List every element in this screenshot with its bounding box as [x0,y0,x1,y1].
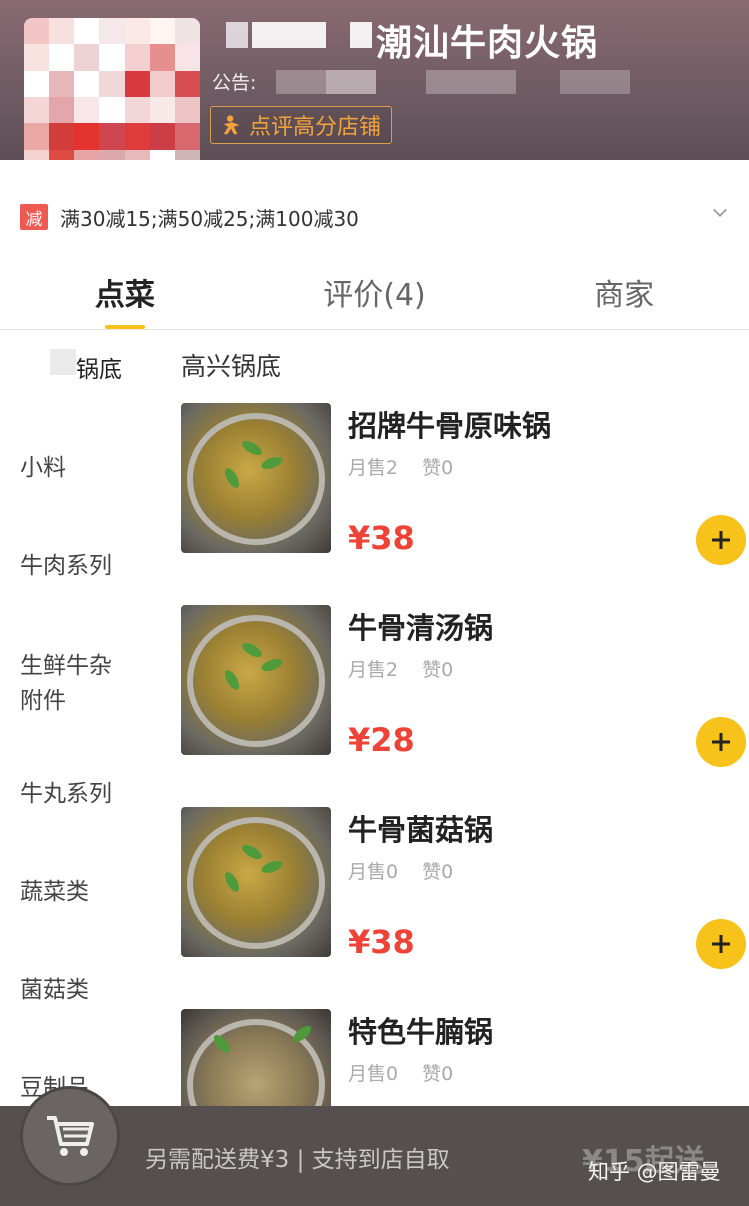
person-icon [223,115,240,135]
dish-stats: 月售2 赞0 [348,655,477,682]
promo-bar[interactable]: 减 满30减15;满50减25;满100减30 [0,192,749,242]
menu-item[interactable]: 牛骨菌菇锅 月售0 赞0 ¥38 [181,807,749,969]
category-item[interactable]: 锅底 [76,353,122,388]
add-button[interactable] [696,717,746,767]
likes-count: 赞0 [422,457,454,479]
category-sidebar: 锅底 小料 牛肉系列 生鲜牛杂 附件 牛丸系列 蔬菜类 菌菇类 豆制品 [0,331,165,1106]
dish-name: 牛骨菌菇锅 [348,813,494,847]
section-title: 高兴锅底 [181,352,282,381]
tab-merchant[interactable]: 商家 [499,250,749,329]
blurred-notice [426,70,516,94]
menu-item[interactable]: 特色牛腩锅 月售0 赞0 [181,1009,749,1106]
monthly-sales: 月售2 [348,457,399,479]
notice-label: 公告: [212,72,257,94]
chevron-down-icon[interactable] [711,204,729,222]
high-rating-badge: 点评高分店铺 [210,106,393,144]
cart-icon [47,1116,94,1156]
plus-icon [712,733,730,751]
tab-bar: 点菜 评价(4) 商家 [0,250,749,330]
tab-order[interactable]: 点菜 [0,250,250,329]
likes-count: 赞0 [422,861,454,883]
blurred-text [252,22,326,48]
dish-image [181,807,331,957]
dish-price: ¥38 [348,519,415,557]
monthly-sales: 月售2 [348,659,399,681]
dish-name: 特色牛腩锅 [348,1015,494,1049]
shop-header: 潮汕牛肉火锅 公告: 点评高分店铺 [0,0,749,160]
category-item[interactable]: 牛丸系列 [20,777,112,812]
menu-item[interactable]: 牛骨清汤锅 月售2 赞0 ¥28 [181,605,749,767]
plus-icon [712,531,730,549]
dish-image [181,1009,331,1106]
add-button[interactable] [696,919,746,969]
category-item[interactable]: 牛肉系列 [20,549,112,584]
shop-logo [24,18,200,160]
category-item[interactable]: 小料 [20,451,66,486]
blurred-notice [276,70,326,94]
category-item[interactable]: 蔬菜类 [20,875,89,910]
blurred-notice [560,70,630,94]
menu-list: 高兴锅底 招牌牛骨原味锅 月售2 赞0 ¥38 牛骨清汤锅 月售2 赞0 ¥28 [165,331,749,1106]
monthly-sales: 月售0 [348,861,399,883]
likes-count: 赞0 [422,659,454,681]
category-item[interactable]: 菌菇类 [20,973,89,1008]
promo-text: 满30减15;满50减25;满100减30 [60,206,359,231]
blurred-text [226,22,248,48]
plus-icon [712,935,730,953]
blurred-text [50,349,76,375]
badge-label: 点评高分店铺 [249,115,382,140]
menu-item[interactable]: 招牌牛骨原味锅 月售2 赞0 ¥38 [181,403,749,565]
dish-price: ¥38 [348,923,415,961]
dish-name: 牛骨清汤锅 [348,611,494,645]
monthly-sales: 月售0 [348,1063,399,1085]
watermark: 知乎 @图雷曼 [588,1160,721,1184]
dish-image [181,403,331,553]
blurred-notice [326,70,376,94]
delivery-info: 另需配送费¥3 | 支持到店自取 [145,1147,450,1173]
dish-stats: 月售0 赞0 [348,857,477,884]
likes-count: 赞0 [422,1063,454,1085]
dish-price: ¥28 [348,721,415,759]
add-button[interactable] [696,515,746,565]
dish-stats: 月售0 赞0 [348,1059,477,1086]
shop-name: 潮汕牛肉火锅 [376,23,599,64]
category-item[interactable]: 生鲜牛杂 附件 [20,649,112,719]
cart-button[interactable] [20,1086,120,1186]
promo-tag: 减 [20,204,48,230]
blurred-text [350,22,372,48]
dish-image [181,605,331,755]
dish-stats: 月售2 赞0 [348,453,477,480]
tab-reviews[interactable]: 评价(4) [250,250,500,329]
dish-name: 招牌牛骨原味锅 [348,409,552,443]
